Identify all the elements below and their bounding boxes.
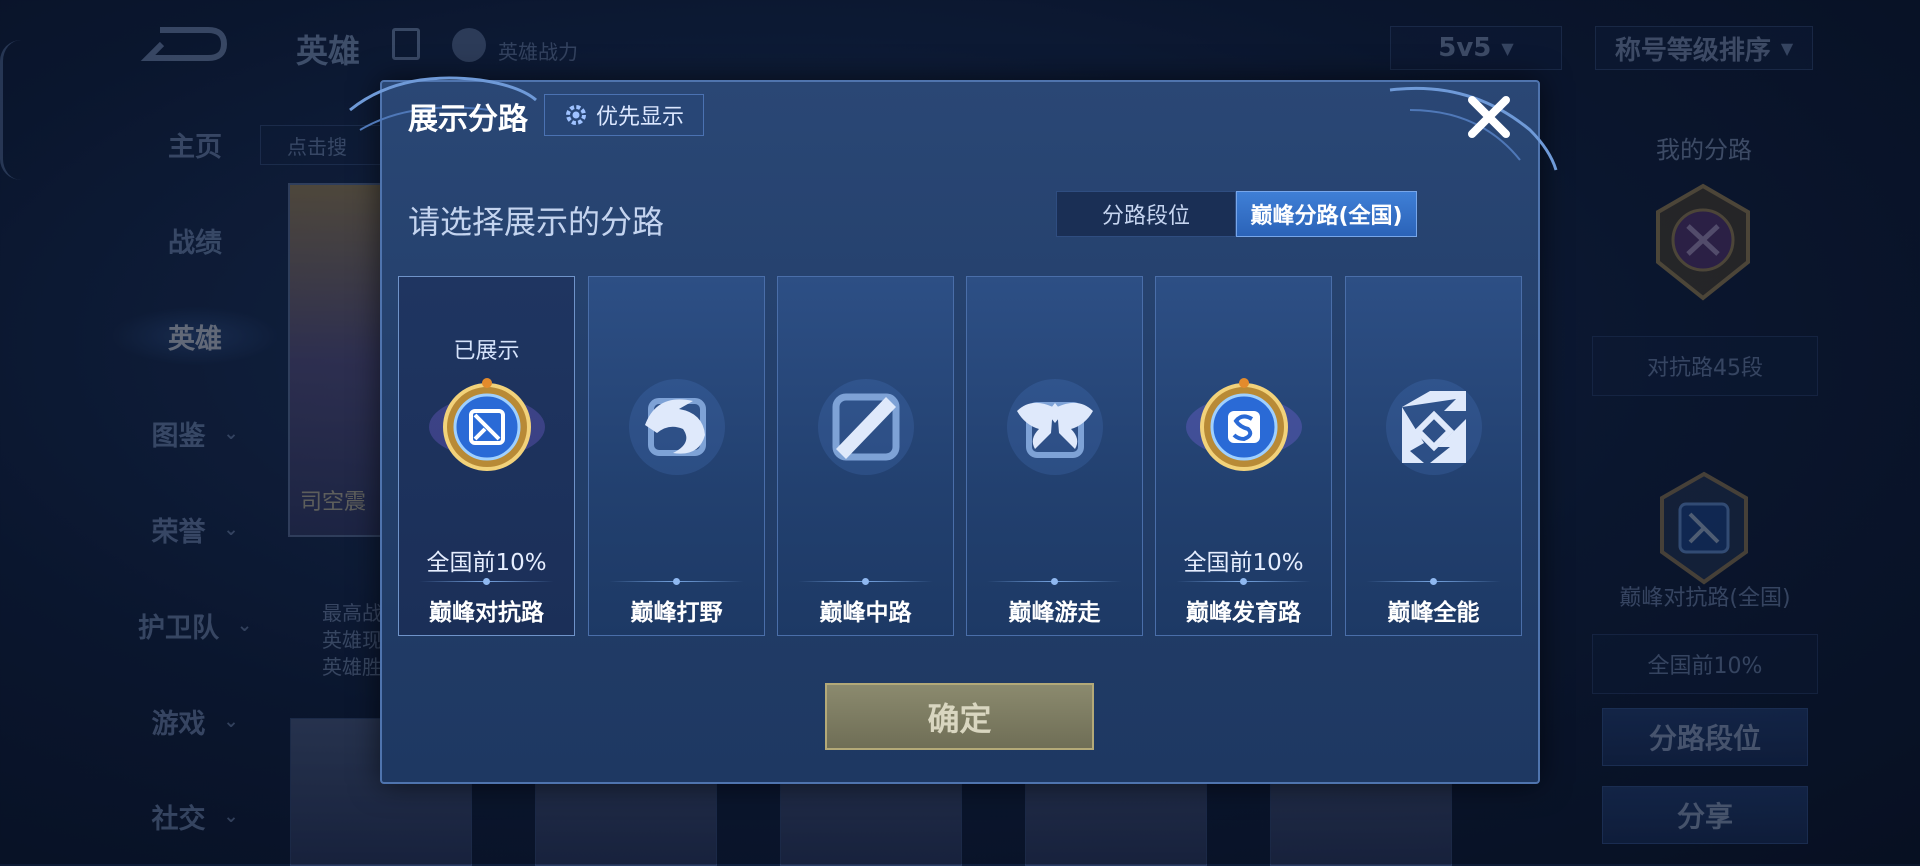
lane-card-all-round[interactable]: 巅峰全能 (1345, 276, 1522, 636)
lane-name: 巅峰发育路 (1186, 600, 1301, 626)
lane-card-clash[interactable]: 已展示 全国前10% 巅峰对抗路 (398, 276, 575, 636)
tab-peak-lane-national[interactable]: 巅峰分路(全国) (1236, 191, 1417, 237)
lane-divider-dot (1051, 578, 1058, 585)
lane-divider-dot (673, 578, 680, 585)
modal-subtitle: 请选择展示的分路 (408, 203, 665, 241)
clash-lane-icon (429, 378, 545, 471)
lane-name: 巅峰打野 (630, 600, 723, 626)
lane-card-farm[interactable]: 全国前10% 巅峰发育路 (1155, 276, 1332, 636)
jungle-dragon-icon (629, 379, 725, 475)
all-round-icon (1386, 379, 1482, 475)
lane-name: 巅峰游走 (1008, 600, 1101, 626)
farm-lane-icon (1186, 378, 1302, 471)
lane-rank-text: 全国前10% (1183, 550, 1304, 576)
lane-name: 巅峰中路 (819, 600, 912, 626)
confirm-button[interactable]: 确定 (825, 683, 1094, 750)
lane-name: 巅峰全能 (1387, 600, 1480, 626)
priority-display-label: 优先显示 (595, 105, 684, 130)
lane-name: 巅峰对抗路 (429, 600, 544, 626)
lane-divider-dot (1430, 578, 1437, 585)
close-icon[interactable] (1464, 92, 1514, 142)
tab-lane-rank[interactable]: 分路段位 (1056, 191, 1236, 237)
modal-title: 展示分路 (408, 102, 528, 137)
roam-wings-icon (1007, 379, 1103, 475)
lane-rank-text: 全国前10% (426, 550, 547, 576)
gear-icon (565, 105, 586, 125)
lane-shown-label: 已展示 (453, 339, 520, 364)
lane-card-roam[interactable]: 巅峰游走 (966, 276, 1143, 636)
mid-lane-icon (818, 379, 914, 475)
lane-card-jungle[interactable]: 巅峰打野 (588, 276, 765, 636)
lane-divider-dot (1240, 578, 1247, 585)
lane-divider-dot (862, 578, 869, 585)
priority-display-button[interactable]: 优先显示 (544, 94, 704, 136)
lane-card-mid[interactable]: 巅峰中路 (777, 276, 954, 636)
lane-divider-dot (483, 578, 490, 585)
